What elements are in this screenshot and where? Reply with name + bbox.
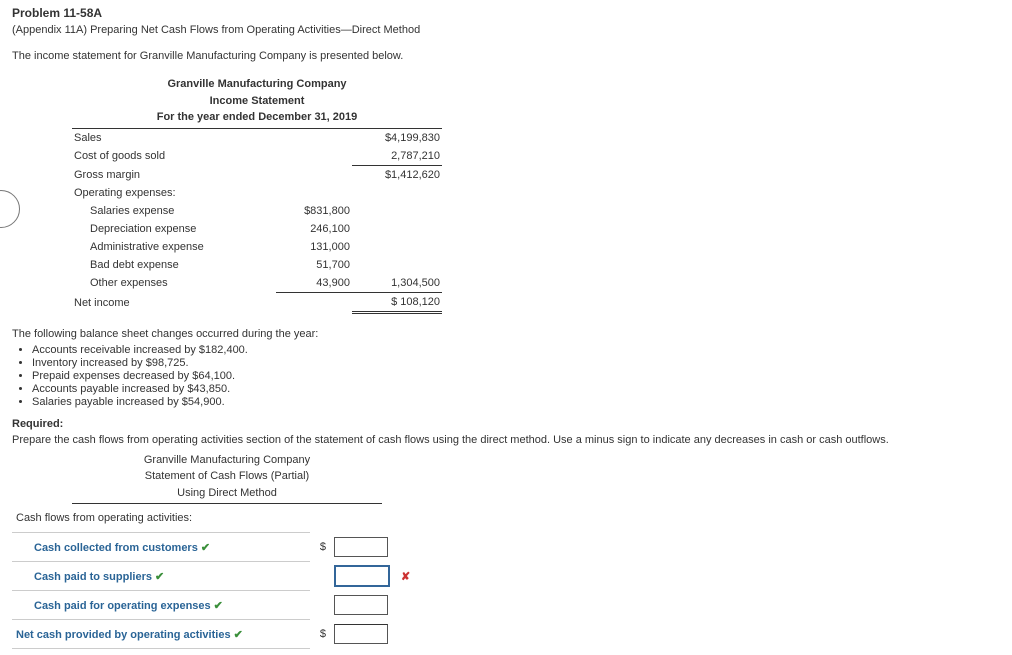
changes-intro: The following balance sheet changes occu… [12, 328, 1000, 340]
dep-label: Depreciation expense [72, 220, 276, 238]
salaries-label: Salaries expense [72, 202, 276, 220]
required-text: Prepare the cash flows from operating ac… [12, 434, 1000, 446]
admin-value: 131,000 [276, 238, 352, 256]
bad-value: 51,700 [276, 256, 352, 274]
salaries-value: $831,800 [276, 202, 352, 220]
problem-number: Problem 11-58A [12, 6, 1000, 20]
other-value: 43,900 [276, 274, 352, 293]
list-item: Accounts payable increased by $43,850. [32, 383, 1000, 395]
balance-changes-list: Accounts receivable increased by $182,40… [12, 344, 1000, 408]
required-label: Required: [12, 418, 1000, 430]
row-cash-collected[interactable]: Cash collected from customers [16, 542, 198, 554]
dollar-sign: $ [310, 620, 330, 649]
amount-input-1[interactable] [334, 537, 388, 557]
total-opexp-value: 1,304,500 [352, 274, 442, 293]
answer-header: Granville Manufacturing Company Statemen… [72, 452, 382, 505]
check-icon: ✔ [234, 629, 243, 641]
row-net-cash[interactable]: Net cash provided by operating activitie… [16, 629, 231, 641]
admin-label: Administrative expense [72, 238, 276, 256]
sales-label: Sales [72, 129, 276, 147]
netinc-label: Net income [72, 292, 276, 312]
cogs-value: 2,787,210 [352, 147, 442, 166]
row-cash-suppliers[interactable]: Cash paid to suppliers [16, 571, 152, 583]
other-label: Other expenses [72, 274, 276, 293]
list-item: Inventory increased by $98,725. [32, 357, 1000, 369]
problem-subtitle: (Appendix 11A) Preparing Net Cash Flows … [12, 24, 1000, 36]
bad-label: Bad debt expense [72, 256, 276, 274]
x-icon: ✘ [401, 571, 410, 583]
dep-value: 246,100 [276, 220, 352, 238]
gross-label: Gross margin [72, 165, 276, 184]
company-name: Granville Manufacturing Company [72, 76, 442, 93]
answer-title: Statement of Cash Flows (Partial) [72, 468, 382, 485]
decorative-arc [0, 190, 20, 228]
cogs-label: Cost of goods sold [72, 147, 276, 166]
amount-input-3[interactable] [334, 595, 388, 615]
check-icon: ✔ [201, 542, 210, 554]
list-item: Salaries payable increased by $54,900. [32, 396, 1000, 408]
amount-input-4[interactable] [334, 624, 388, 644]
cfo-section-label: Cash flows from operating activities: [12, 504, 310, 533]
answer-company: Granville Manufacturing Company [72, 452, 382, 469]
statement-title: Income Statement [72, 93, 442, 110]
check-icon: ✔ [155, 571, 164, 583]
dollar-sign: $ [310, 533, 330, 562]
intro-text: The income statement for Granville Manuf… [12, 50, 1000, 62]
list-item: Prepaid expenses decreased by $64,100. [32, 370, 1000, 382]
opexp-label: Operating expenses: [72, 184, 276, 202]
netinc-value: $ 108,120 [352, 292, 442, 312]
list-item: Accounts receivable increased by $182,40… [32, 344, 1000, 356]
amount-input-2[interactable] [334, 565, 390, 587]
answer-method: Using Direct Method [72, 485, 382, 502]
statement-period: For the year ended December 31, 2019 [72, 109, 442, 126]
income-statement: Granville Manufacturing Company Income S… [72, 76, 442, 314]
gross-value: $1,412,620 [352, 165, 442, 184]
sales-value: $4,199,830 [352, 129, 442, 147]
